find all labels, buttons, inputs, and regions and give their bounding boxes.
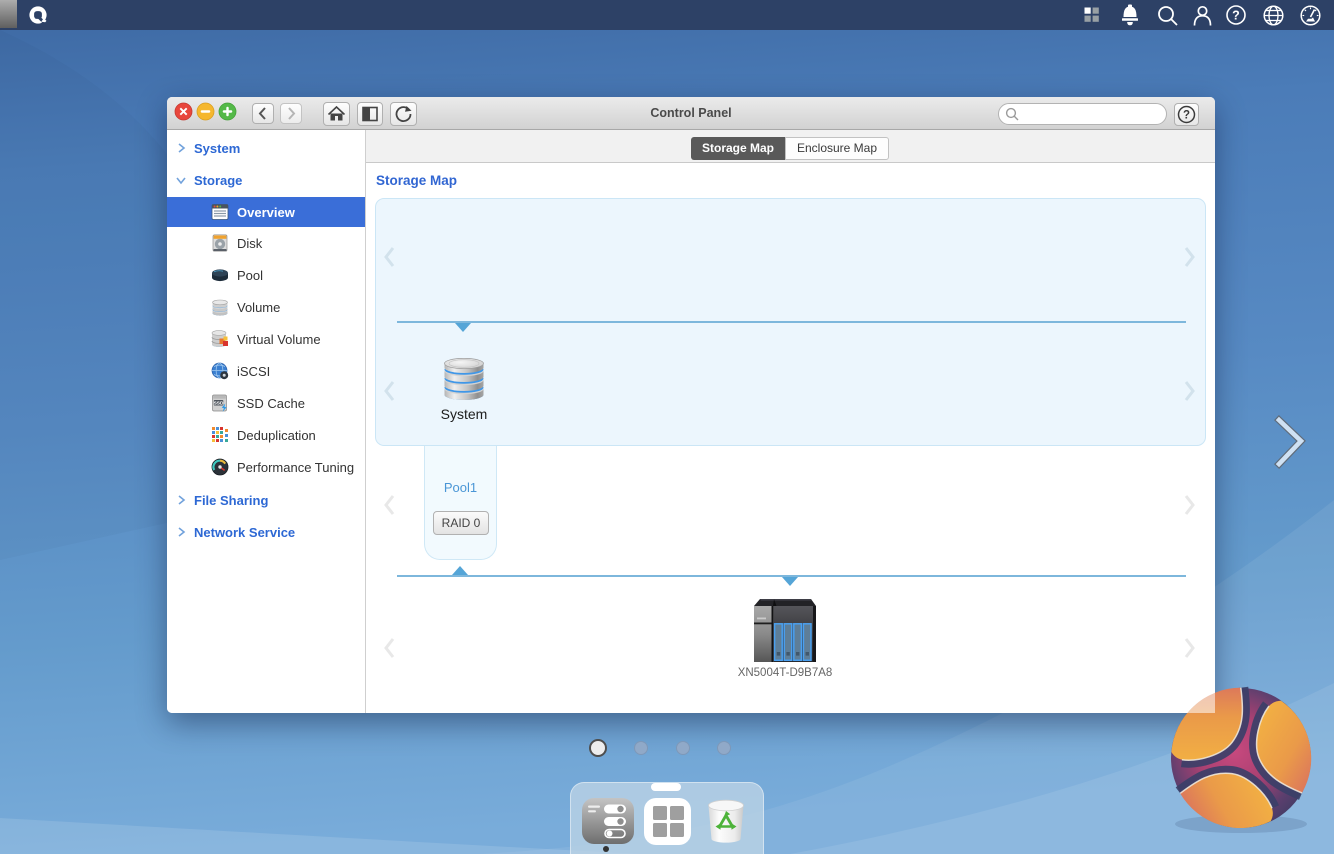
- svg-text:SSD: SSD: [214, 400, 224, 406]
- svg-text:?: ?: [1183, 110, 1190, 122]
- svg-text:?: ?: [1232, 8, 1240, 22]
